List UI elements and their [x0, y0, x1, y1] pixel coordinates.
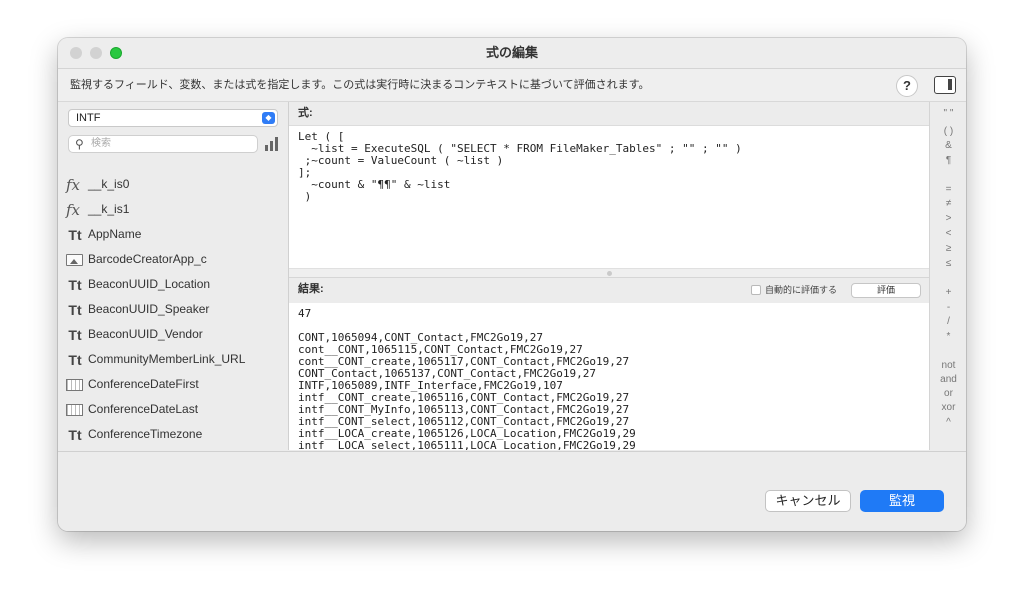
date-icon — [66, 379, 83, 391]
field-label: ConferenceTimezone — [88, 427, 203, 441]
field-sidebar: INTF ◆ ⚲ 検索 fx __k_is0 fx __k_is1 Tt AppName B… — [58, 102, 289, 450]
operator-button[interactable]: ≥ — [930, 243, 966, 255]
pane-splitter[interactable] — [289, 268, 929, 278]
formula-header: 式: — [289, 102, 929, 126]
field-label: AppName — [88, 227, 142, 241]
operator-button[interactable]: ( ) — [930, 126, 966, 138]
text-icon: Tt — [68, 427, 82, 443]
search-icon: ⚲ — [75, 137, 84, 151]
chevron-updown-icon: ◆ — [262, 112, 275, 124]
field-item[interactable]: #DebugFlag_g — [58, 447, 288, 450]
field-item[interactable]: Tt AppName — [58, 222, 288, 247]
field-label: CommunityMemberLink_URL — [88, 352, 246, 366]
operator-button[interactable]: = — [930, 184, 966, 196]
operator-button[interactable]: ^ — [930, 417, 966, 429]
search-placeholder: 検索 — [91, 138, 111, 149]
date-icon — [66, 404, 83, 416]
field-item[interactable]: Tt CommunityMemberLink_URL — [58, 347, 288, 372]
field-item[interactable]: ConferenceDateFirst — [58, 372, 288, 397]
button-bar: キャンセル 監視 — [58, 451, 966, 531]
operator-button[interactable]: > — [930, 213, 966, 225]
field-item[interactable]: fx __k_is1 — [58, 197, 288, 222]
result-label: 結果: — [298, 283, 324, 295]
operator-button[interactable]: / — [930, 316, 966, 328]
operator-button[interactable]: - — [930, 302, 966, 314]
table-select[interactable]: INTF ◆ — [68, 109, 278, 127]
operator-button[interactable]: ≤ — [930, 258, 966, 270]
operator-button[interactable]: < — [930, 228, 966, 240]
field-label: BeaconUUID_Speaker — [88, 302, 210, 316]
cancel-button[interactable]: キャンセル — [765, 490, 851, 512]
text-icon: Tt — [68, 227, 82, 243]
title-bar: 式の編集 — [58, 38, 966, 69]
field-list: fx __k_is0 fx __k_is1 Tt AppName BarcodeCreato… — [58, 172, 288, 450]
operator-bar: " " ( ) & ¶ = ≠ > < ≥ ≤ + - / * not and or xor ^ — [929, 102, 966, 450]
field-label: ConferenceDateLast — [88, 402, 199, 416]
field-item[interactable]: BarcodeCreatorApp_c — [58, 247, 288, 272]
result-view: 47 CONT,1065094,CONT_Contact,FMC2Go19,27… — [289, 303, 929, 450]
field-label: ConferenceDateFirst — [88, 377, 199, 391]
edit-expression-window: 式の編集 監視するフィールド、変数、または式を指定します。この式は実行時に決まる… — [58, 38, 966, 531]
function-icon: fx — [65, 176, 80, 194]
description-text: 監視するフィールド、変数、または式を指定します。この式は実行時に決まるコンテキス… — [70, 79, 650, 91]
help-button[interactable]: ? — [896, 75, 918, 97]
field-label: DebugFlag_g — [88, 447, 160, 450]
splitter-handle[interactable] — [607, 271, 612, 276]
container-icon — [66, 254, 83, 266]
result-header: 結果: 自動的に評価する 評価 — [289, 278, 929, 303]
text-icon: Tt — [68, 277, 82, 293]
function-icon: fx — [65, 201, 80, 219]
field-item[interactable]: Tt BeaconUUID_Vendor — [58, 322, 288, 347]
field-item[interactable]: ConferenceDateLast — [58, 397, 288, 422]
operator-button[interactable]: and — [930, 374, 966, 386]
field-label: BarcodeCreatorApp_c — [88, 252, 207, 266]
text-icon: Tt — [68, 352, 82, 368]
operator-button[interactable]: ≠ — [930, 198, 966, 210]
field-item[interactable]: fx __k_is0 — [58, 172, 288, 197]
window-title: 式の編集 — [485, 45, 538, 60]
operator-button[interactable]: or — [930, 388, 966, 400]
operator-button[interactable]: * — [930, 331, 966, 343]
operator-button[interactable]: + — [930, 287, 966, 299]
monitor-button[interactable]: 監視 — [860, 490, 944, 512]
field-label: __k_is1 — [88, 202, 130, 216]
table-select-value: INTF — [76, 112, 101, 124]
formula-code[interactable]: Let ( [ ~list = ExecuteSQL ( "SELECT * F… — [298, 131, 742, 203]
operator-button[interactable]: ¶ — [930, 155, 966, 167]
operator-button[interactable]: " " — [930, 108, 966, 120]
auto-evaluate-checkbox[interactable] — [751, 285, 761, 295]
field-label: BeaconUUID_Location — [88, 277, 211, 291]
bar-chart-icon[interactable] — [265, 137, 281, 151]
field-item[interactable]: Tt BeaconUUID_Location — [58, 272, 288, 297]
result-text: 47 CONT,1065094,CONT_Contact,FMC2Go19,27… — [298, 307, 636, 451]
field-item[interactable]: Tt ConferenceTimezone — [58, 422, 288, 447]
field-label: __k_is0 — [88, 177, 130, 191]
field-item[interactable]: Tt BeaconUUID_Speaker — [58, 297, 288, 322]
text-icon: Tt — [68, 327, 82, 343]
auto-evaluate-label[interactable]: 自動的に評価する — [765, 278, 837, 302]
formula-label: 式: — [298, 107, 313, 119]
evaluate-button[interactable]: 評価 — [851, 283, 921, 298]
operator-button[interactable]: xor — [930, 402, 966, 414]
text-icon: Tt — [68, 302, 82, 318]
operator-button[interactable]: & — [930, 140, 966, 152]
formula-area: 式: Let ( [ ~list = ExecuteSQL ( "SELECT … — [289, 102, 929, 450]
description-bar: 監視するフィールド、変数、または式を指定します。この式は実行時に決まるコンテキス… — [58, 69, 966, 102]
formula-editor[interactable]: Let ( [ ~list = ExecuteSQL ( "SELECT * F… — [289, 126, 929, 268]
operator-button[interactable]: not — [930, 360, 966, 372]
field-label: BeaconUUID_Vendor — [88, 327, 203, 341]
search-input[interactable]: ⚲ 検索 — [68, 135, 258, 153]
sidebar-toggle-icon[interactable] — [934, 76, 956, 94]
